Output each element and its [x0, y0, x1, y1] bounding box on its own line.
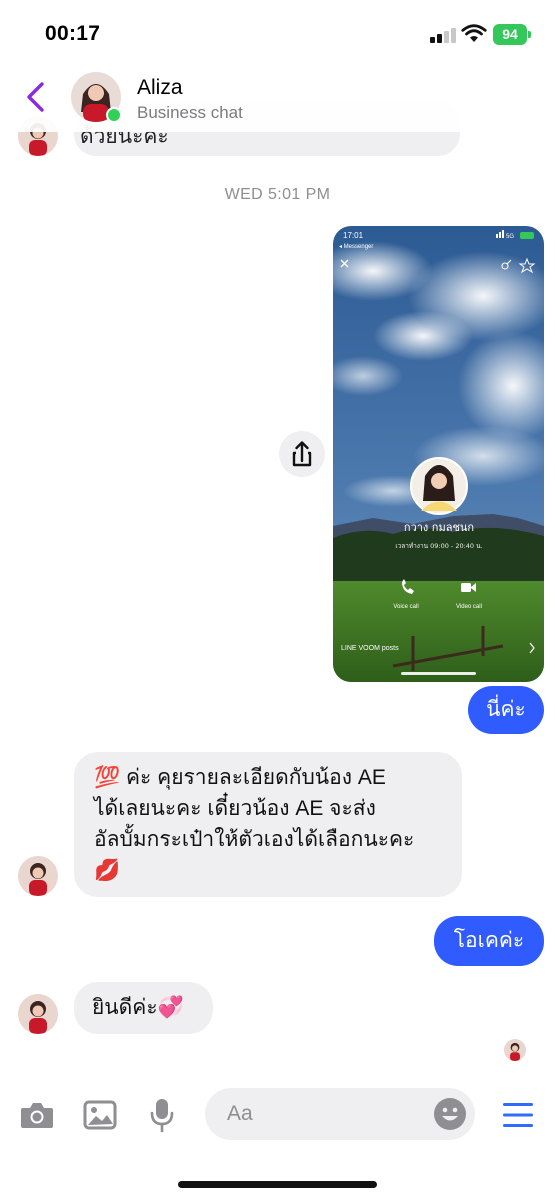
screenshot-video-call: Video call: [456, 604, 482, 610]
chat-header: Aliza Business chat: [0, 64, 555, 132]
contact-name[interactable]: Aliza: [137, 76, 183, 100]
contact-subtitle: Business chat: [137, 103, 243, 122]
back-button[interactable]: [22, 80, 50, 114]
contact-avatar[interactable]: [18, 994, 58, 1034]
screenshot-back-label: ◂ Messenger: [339, 244, 373, 250]
message-text-line: ได้เลยนะคะ เดี๋ยวน้อง AE จะส่ง: [94, 797, 376, 820]
message-timestamp: WED 5:01 PM: [224, 186, 331, 203]
status-bar: 00:17 94: [0, 0, 555, 64]
screenshot-hours: เวลาทำงาน 09:00 - 20:40 น.: [395, 542, 482, 550]
screenshot-network: 5G: [506, 234, 514, 240]
message-input[interactable]: Aa: [205, 1088, 475, 1140]
message-text-line: 💯 ค่ะ คุยรายละเอียดกับน้อง AE: [94, 766, 386, 789]
message-bubble-outgoing[interactable]: นี่ค่ะ: [468, 686, 544, 734]
message-text: ยินดีค่ะ💞: [92, 996, 184, 1019]
message-composer: Aa: [0, 1080, 555, 1200]
screenshot-time: 17:01: [343, 231, 364, 240]
message-text-line: อัลบั้มกระเป๋าให้ตัวเองได้เลือกนะคะ: [94, 828, 415, 851]
online-status-indicator: [106, 107, 122, 123]
share-button[interactable]: [279, 431, 325, 477]
wifi-icon: [461, 24, 487, 42]
screenshot-profile-name: กวาง กมลชนก: [404, 521, 474, 534]
message-text: โอเคค่ะ: [453, 929, 525, 952]
message-text: นี่ค่ะ: [486, 698, 526, 721]
read-receipt-avatar: [504, 1039, 526, 1061]
contact-avatar[interactable]: [18, 856, 58, 896]
home-indicator: [178, 1181, 377, 1188]
status-time: 00:17: [45, 22, 101, 45]
microphone-icon[interactable]: [150, 1097, 174, 1133]
emoji-icon[interactable]: [433, 1097, 467, 1131]
battery-indicator: 94: [493, 24, 527, 45]
battery-tip: [528, 31, 531, 38]
message-text-line: 💋: [94, 859, 121, 882]
camera-icon[interactable]: [19, 1100, 55, 1130]
message-bubble-incoming[interactable]: 💯 ค่ะ คุยรายละเอียดกับน้อง AE ได้เลยนะคะ…: [74, 752, 462, 897]
battery-icon: [520, 232, 534, 239]
photo-gallery-icon[interactable]: [83, 1100, 117, 1130]
message-input-placeholder: Aa: [227, 1102, 253, 1125]
cellular-signal-icon: [430, 27, 456, 43]
chevron-left-icon: [27, 82, 44, 112]
message-bubble-outgoing[interactable]: โอเคค่ะ: [434, 916, 544, 966]
shared-image-message[interactable]: 17:01 ◂ Messenger 5G กวาง กมลชนก เวลาทำง…: [333, 226, 544, 682]
profile-photo: [410, 457, 468, 515]
screenshot-voom-label: LINE VOOM posts: [341, 645, 399, 652]
menu-icon[interactable]: [502, 1101, 534, 1129]
message-bubble-incoming[interactable]: ยินดีค่ะ💞: [74, 982, 213, 1034]
share-icon: [292, 441, 312, 467]
screenshot-voice-call: Voice call: [393, 604, 418, 610]
